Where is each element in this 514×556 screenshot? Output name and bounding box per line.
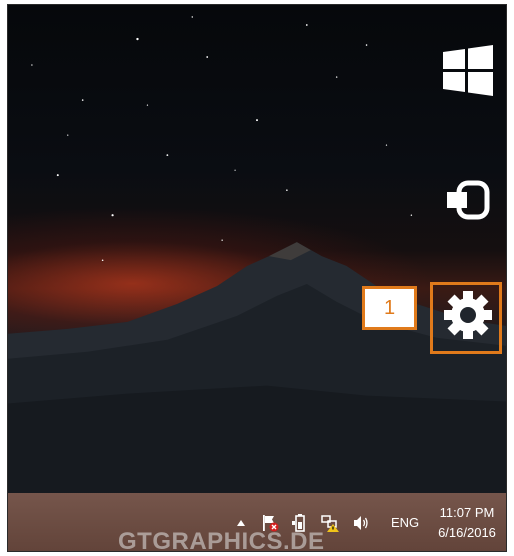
devices-icon [447,180,490,220]
clock-time: 11:07 PM [439,505,495,520]
clock-date: 6/16/2016 [438,525,496,540]
desktop-screenshot: 1 ENG 11:07 PM 6/16/2016 [7,4,507,552]
input-language-indicator[interactable]: ENG [391,493,419,551]
start-charm[interactable] [428,31,506,111]
windows-logo-icon [443,45,493,96]
taskbar-clock[interactable]: 11:07 PM 6/16/2016 [429,503,505,543]
step-number-badge: 1 [362,286,417,330]
watermark-logo: GTGRAPHICS.DE [118,528,325,555]
devices-charm[interactable] [428,161,506,241]
volume-icon [354,516,368,530]
chevron-up-icon [237,520,245,526]
settings-highlight-box [430,282,502,354]
volume-button[interactable] [350,493,372,551]
